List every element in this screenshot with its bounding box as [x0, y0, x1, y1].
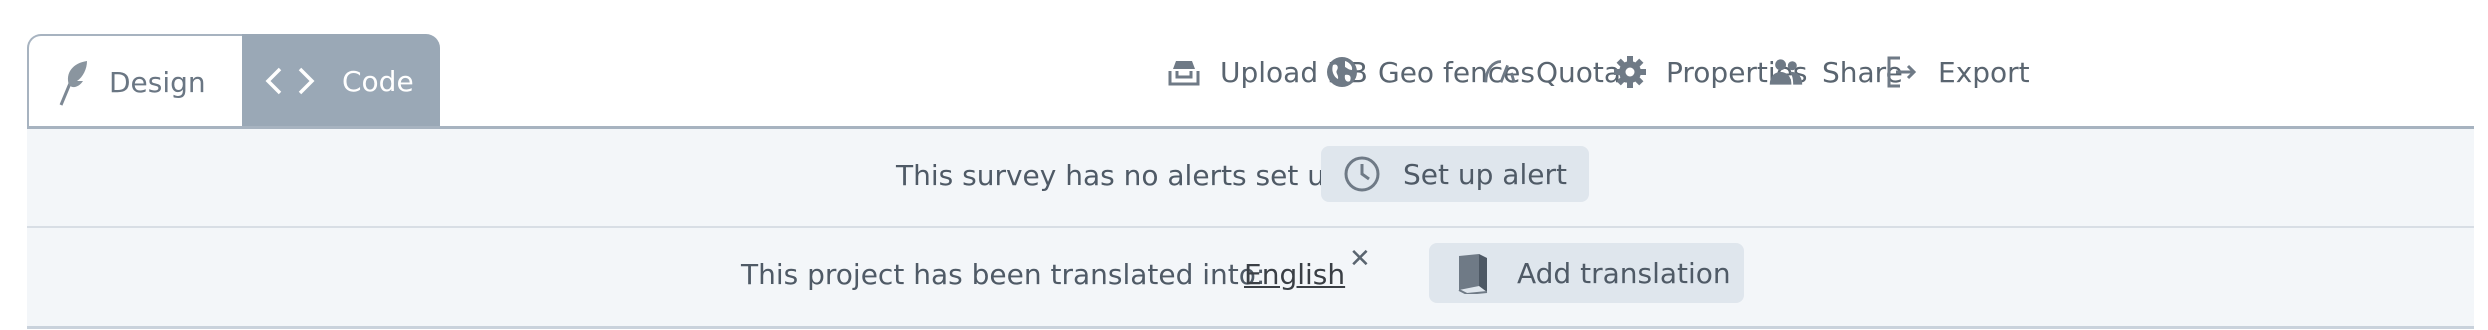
toolbar: Upload DB Geo fences Quotas Properties S… — [440, 46, 2488, 98]
add-translation-label: Add translation — [1517, 256, 1731, 290]
export-button[interactable]: Export — [1884, 46, 2030, 98]
set-up-alert-button[interactable]: Set up alert — [1321, 146, 1589, 202]
book-icon — [1455, 252, 1491, 294]
code-brackets-icon — [264, 65, 316, 97]
alerts-message: This survey has no alerts set up — [896, 159, 1343, 192]
translation-bar: This project has been translated into: E… — [27, 228, 2474, 329]
editor-tabs: Design Code — [27, 34, 440, 128]
clock-icon — [1343, 155, 1381, 193]
translation-message: This project has been translated into: — [741, 258, 1266, 291]
tab-design-label: Design — [109, 65, 206, 99]
gear-icon — [1612, 54, 1648, 90]
set-up-alert-label: Set up alert — [1403, 157, 1567, 191]
language-link-english[interactable]: English — [1244, 258, 1345, 291]
export-label: Export — [1938, 55, 2030, 89]
feather-icon — [57, 57, 91, 107]
add-translation-button[interactable]: Add translation — [1429, 243, 1744, 303]
export-icon — [1884, 54, 1920, 90]
tray-upload-icon — [1166, 54, 1202, 90]
globe-icon — [1324, 54, 1360, 90]
gauge-icon — [1482, 54, 1518, 90]
users-icon — [1768, 54, 1804, 90]
remove-language-icon[interactable]: ✕ — [1349, 246, 1371, 272]
tab-design[interactable]: Design — [27, 34, 242, 128]
share-button[interactable]: Share — [1768, 46, 1903, 98]
tab-code-label: Code — [342, 64, 414, 98]
alerts-bar: This survey has no alerts set up Set up … — [27, 129, 2474, 228]
tab-code[interactable]: Code — [242, 34, 440, 128]
